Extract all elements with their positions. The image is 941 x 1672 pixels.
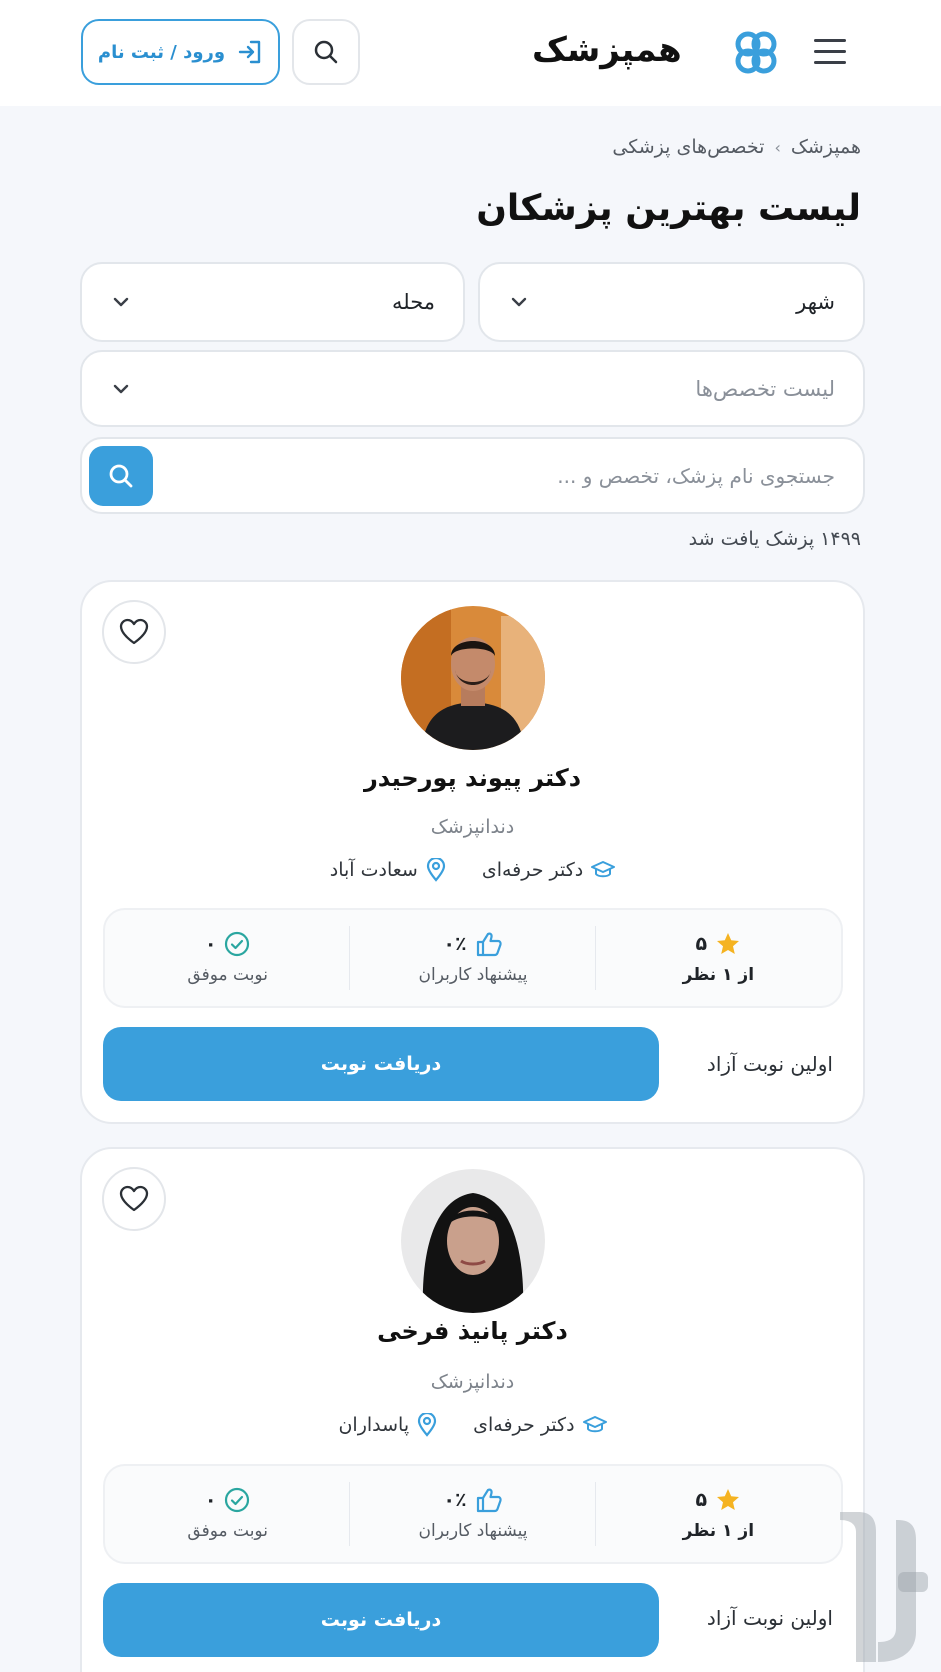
specialty-select-label: لیست تخصص‌ها (695, 376, 835, 401)
neighborhood-select[interactable]: محله (80, 262, 465, 342)
search-icon (109, 464, 133, 488)
login-icon (238, 40, 261, 64)
first-free-label: اولین نوبت آزاد (706, 1052, 833, 1076)
rating-value: ۵ (695, 1489, 708, 1511)
doctor-name[interactable]: دکتر پیوند پورحیدر (82, 764, 863, 792)
chevron-down-icon (113, 384, 129, 393)
logo-mark-icon (735, 31, 777, 74)
review-count: از ۱ نظر (682, 1521, 755, 1541)
doctor-meta: دکتر حرفه‌ای پاسداران (82, 1413, 863, 1437)
login-register-button[interactable]: ورود / ثبت نام (81, 19, 280, 85)
appointments-stat: ۰ نوبت موفق (105, 1466, 351, 1562)
star-icon (717, 933, 740, 954)
doctor-meta: دکتر حرفه‌ای سعادت آباد (82, 858, 863, 882)
top-header: همپزشک ورود / ثبت نام (0, 0, 941, 106)
graduation-cap-icon (582, 1416, 607, 1433)
first-free-label: اولین نوبت آزاد (706, 1606, 833, 1630)
result-count: ۱۴۹۹ پزشک یافت شد (688, 528, 861, 550)
rating-stat: ۵ از ۱ نظر (596, 1466, 841, 1562)
neighborhood-select-label: محله (391, 290, 435, 314)
heart-icon (119, 618, 149, 645)
doctor-stats: ۵ از ۱ نظر ۰٪ پیشنهاد کاربران ۰ نوبت موف… (103, 908, 843, 1008)
doctor-stats: ۵ از ۱ نظر ۰٪ پیشنهاد کاربران ۰ نوبت موف… (103, 1464, 843, 1564)
appointments-value: ۰ (204, 933, 217, 955)
doctor-avatar[interactable] (401, 1169, 545, 1313)
recommend-label: پیشنهاد کاربران (418, 1521, 528, 1541)
doctor-avatar[interactable] (401, 606, 545, 750)
recommend-value: ۰٪ (443, 933, 467, 955)
doctor-location: پاسداران (338, 1413, 437, 1437)
favorite-button[interactable] (102, 1167, 166, 1231)
breadcrumb-home[interactable]: همپزشک (791, 136, 861, 158)
chevron-down-icon (113, 297, 129, 307)
doctor-location: سعادت آباد (330, 858, 446, 882)
location-pin-icon (418, 1413, 437, 1437)
book-appointment-button[interactable]: دریافت نوبت (103, 1583, 659, 1657)
city-select-label: شهر (796, 290, 835, 314)
professional-badge-label: دکتر حرفه‌ای (473, 1414, 575, 1436)
book-appointment-button[interactable]: دریافت نوبت (103, 1027, 659, 1101)
breadcrumb-current[interactable]: تخصص‌های پزشکی (612, 136, 764, 158)
doctor-card: دکتر پیوند پورحیدر دندانپزشک دکتر حرفه‌ا… (80, 580, 865, 1124)
doctor-location-label: سعادت آباد (329, 859, 418, 881)
breadcrumb: همپزشک › تخصص‌های پزشکی (612, 136, 861, 158)
appointments-label: نوبت موفق (187, 965, 268, 985)
review-count: از ۱ نظر (682, 965, 755, 985)
professional-badge-label: دکتر حرفه‌ای (481, 859, 584, 881)
thumbs-up-icon (476, 932, 502, 957)
login-label: ورود / ثبت نام (97, 41, 226, 63)
header-search-button[interactable] (292, 19, 360, 85)
professional-badge: دکتر حرفه‌ای (473, 1413, 607, 1437)
hamburger-menu-icon[interactable] (806, 30, 854, 72)
doctor-card: دکتر پانیذ فرخی دندانپزشک دکتر حرفه‌ای پ… (80, 1147, 865, 1672)
appointments-stat: ۰ نوبت موفق (105, 910, 351, 1006)
favorite-button[interactable] (102, 600, 166, 664)
rating-value: ۵ (695, 933, 708, 955)
recommend-value: ۰٪ (443, 1489, 467, 1511)
doctor-specialty: دندانپزشک (430, 1371, 515, 1393)
star-icon (717, 1489, 740, 1510)
doctor-specialty: دندانپزشک (430, 816, 515, 838)
page-title: لیست بهترین پزشکان (476, 188, 861, 229)
appointments-label: نوبت موفق (187, 1521, 268, 1541)
doctor-search-input[interactable] (235, 463, 835, 488)
site-logo[interactable]: همپزشک (532, 26, 780, 78)
check-circle-icon (225, 931, 250, 957)
search-submit-button[interactable] (89, 446, 153, 506)
recommend-stat: ۰٪ پیشنهاد کاربران (350, 1466, 597, 1562)
recommend-label: پیشنهاد کاربران (418, 965, 528, 985)
doctor-name[interactable]: دکتر پانیذ فرخی (82, 1317, 863, 1345)
appointments-value: ۰ (204, 1489, 217, 1511)
specialty-select[interactable]: لیست تخصص‌ها (80, 350, 865, 427)
store-watermark-logo (840, 1512, 928, 1662)
search-icon (314, 40, 338, 64)
doctor-search-field (80, 437, 865, 514)
logo-text: همپزشک (532, 30, 683, 70)
city-select[interactable]: شهر (478, 262, 865, 342)
chevron-left-icon: › (774, 137, 781, 157)
thumbs-up-icon (476, 1488, 502, 1513)
chevron-down-icon (511, 297, 527, 307)
graduation-cap-icon (591, 861, 616, 878)
professional-badge: دکتر حرفه‌ای (481, 858, 616, 882)
doctor-location-label: پاسداران (338, 1414, 410, 1436)
heart-icon (119, 1185, 149, 1212)
check-circle-icon (225, 1487, 250, 1513)
recommend-stat: ۰٪ پیشنهاد کاربران (350, 910, 597, 1006)
rating-stat: ۵ از ۱ نظر (596, 910, 841, 1006)
location-pin-icon (426, 858, 445, 882)
